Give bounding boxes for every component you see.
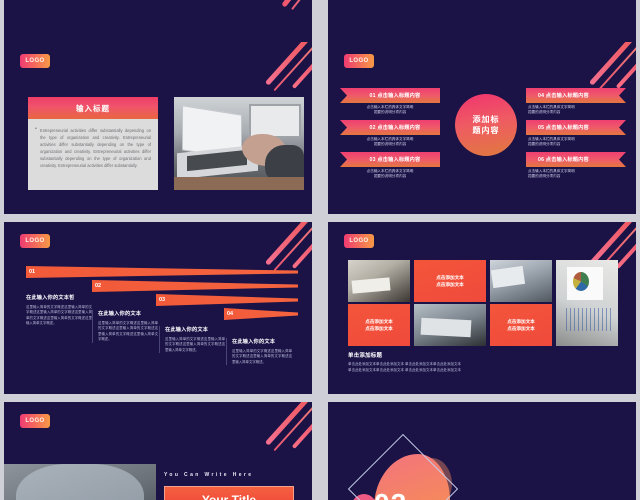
column-heading-2: 在此输入你的文本 <box>98 311 142 317</box>
column-body-1: 这里输入简单的文字概述这里输入简单的文字概述这里输入简单的文字概述这里输入简单的… <box>26 305 92 326</box>
footer-body: 单击此处添加文本单击此处添加文本 单击此处添加文本单击此处添加文本 单击此处添加… <box>348 362 461 372</box>
kicker-text: You Can Write Here <box>164 472 254 478</box>
logo-badge: LOGO <box>344 54 374 68</box>
text-column-1: 在此输入你的文本哲 这里输入简单的文字概述这里输入简单的文字概述这里输入简单的文… <box>26 294 92 327</box>
diagonal-stripes-decoration <box>228 402 312 468</box>
ribbon-item-1[interactable]: 01 点击输入标题内容 <box>340 88 440 103</box>
arrow-bar-3: 03 <box>156 294 298 306</box>
text-card: 输入标题 Entrepreneurial activities differ s… <box>28 97 158 190</box>
logo-badge: LOGO <box>20 54 50 68</box>
ribbon-sub-4: 点击输入本栏的具体文字简明 扼要的说明分项内容 <box>528 105 575 115</box>
arrow-number-3: 03 <box>159 297 166 303</box>
arrow-bar-2: 02 <box>92 280 298 292</box>
tile-text-line1: 点击添加文本 <box>436 275 464 280</box>
diagonal-stripes-decoration <box>281 0 312 11</box>
tile-text-line2: 点击添加文本 <box>365 326 393 331</box>
text-tile-2[interactable]: 点击添加文本 点击添加文本 <box>348 304 410 346</box>
ribbon-sub-5: 点击输入本栏的具体文字简明 扼要的说明分项内容 <box>528 137 575 147</box>
arrow-bar-4: 04 <box>224 308 298 320</box>
ribbon-item-4[interactable]: 04 点击输入标题内容 <box>526 88 626 103</box>
slide-preview-1[interactable]: LOGO 输入标题 Entrepreneurial activities dif… <box>4 42 312 214</box>
laptop-photo <box>174 97 304 190</box>
arrow-number-4: 04 <box>227 311 234 317</box>
card-body: Entrepreneurial activities differ substa… <box>28 119 158 169</box>
center-circle-line2: 题内容 <box>472 126 500 135</box>
arrow-bar-1: 01 <box>26 266 298 278</box>
photo-tile-laptops <box>414 304 486 346</box>
card-title: 输入标题 <box>28 97 158 119</box>
ribbon-sub-6: 点击输入本栏的具体文字简明 扼要的说明分项内容 <box>528 169 575 179</box>
logo-badge: LOGO <box>344 234 374 248</box>
writing-photo <box>4 464 156 500</box>
slide-preview-2[interactable]: LOGO 01 点击输入标题内容 点击输入本栏的具体文字简明 扼要的说明分项内容… <box>328 42 636 214</box>
ribbon-item-2[interactable]: 02 点击输入标题内容 <box>340 120 440 135</box>
center-circle: 添加标 题内容 <box>455 94 517 156</box>
chapter-number: 02 <box>374 488 407 500</box>
ribbon-sub-2: 点击输入本栏的具体文字简明 扼要的说明分项内容 <box>366 137 414 147</box>
slide-preview-6[interactable]: 02 第二章标题内容 <box>328 402 636 500</box>
photo-tile-writing <box>348 260 410 302</box>
text-column-3: 在此输入你的文本 这里输入简单的文字概述这里输入简单的文字概述这里输入简单的文字… <box>159 326 225 354</box>
title-button[interactable]: Your Title <box>164 486 294 500</box>
text-column-4: 在此输入你的文本 这里输入简单的文字概述这里输入简单的文字概述这里输入简单的文字… <box>226 338 292 366</box>
ribbon-sub-3: 点击输入本栏的具体文字简明 扼要的说明分项内容 <box>366 169 414 179</box>
logo-badge: LOGO <box>20 414 50 428</box>
slide-preview-5[interactable]: LOGO You Can Write Here Your Title <box>4 402 312 500</box>
text-tile-1[interactable]: 点击添加文本 点击添加文本 <box>414 260 486 302</box>
slide-preview-4[interactable]: LOGO 点击添加文本 点击添加文本 点击添加文本 点击添加文本 点击添加文本 … <box>328 222 636 394</box>
text-tile-3[interactable]: 点击添加文本 点击添加文本 <box>490 304 552 346</box>
ribbon-item-6[interactable]: 06 点击输入标题内容 <box>526 152 626 167</box>
column-heading-1: 在此输入你的文本哲 <box>26 295 75 301</box>
ribbon-sub-1: 点击输入本栏的具体文字简明 扼要的说明分项内容 <box>366 105 414 115</box>
ribbon-item-3[interactable]: 03 点击输入标题内容 <box>340 152 440 167</box>
text-column-2: 在此输入你的文本 这里输入简单的文字概述这里输入简单的文字概述这里输入简单的文字… <box>92 310 158 343</box>
center-circle-line1: 添加标 <box>472 115 500 124</box>
column-heading-4: 在此输入你的文本 <box>232 339 276 345</box>
column-body-4: 这里输入简单的文字概述这里输入简单的文字概述这里输入简单的文字概述这里输入简单文… <box>232 349 292 364</box>
slide-deck-preview: LOGO 输入标题 Entrepreneurial activities dif… <box>0 0 640 500</box>
arrow-number-1: 01 <box>29 269 36 275</box>
footer-title: 单击添加标题 <box>348 353 383 359</box>
line-chart-graphic <box>563 308 611 331</box>
tile-text-line1: 点击添加文本 <box>507 319 535 324</box>
column-body-3: 这里输入简单的文字概述这里输入简单的文字概述这里输入简单的文字概述这里输入简单文… <box>165 337 225 352</box>
column-body-2: 这里输入简单的文字概述这里输入简单的文字概述这里输入简单的文字概述这里输入简单的… <box>98 321 158 342</box>
tile-text-line1: 点击添加文本 <box>365 319 393 324</box>
photo-tile-chart <box>556 260 618 346</box>
column-heading-3: 在此输入你的文本 <box>165 327 209 333</box>
photo-tile-meeting <box>490 260 552 302</box>
slide-preview-3[interactable]: LOGO 01 02 03 04 在此输入你的文本哲 这里输入简单的文字概述这里… <box>4 222 312 394</box>
tile-text-line2: 点击添加文本 <box>507 326 535 331</box>
arrow-number-2: 02 <box>95 283 102 289</box>
card-body-text: Entrepreneurial activities differ substa… <box>35 126 151 169</box>
ribbon-item-5[interactable]: 05 点击输入标题内容 <box>526 120 626 135</box>
tile-text-line2: 点击添加文本 <box>436 282 464 287</box>
